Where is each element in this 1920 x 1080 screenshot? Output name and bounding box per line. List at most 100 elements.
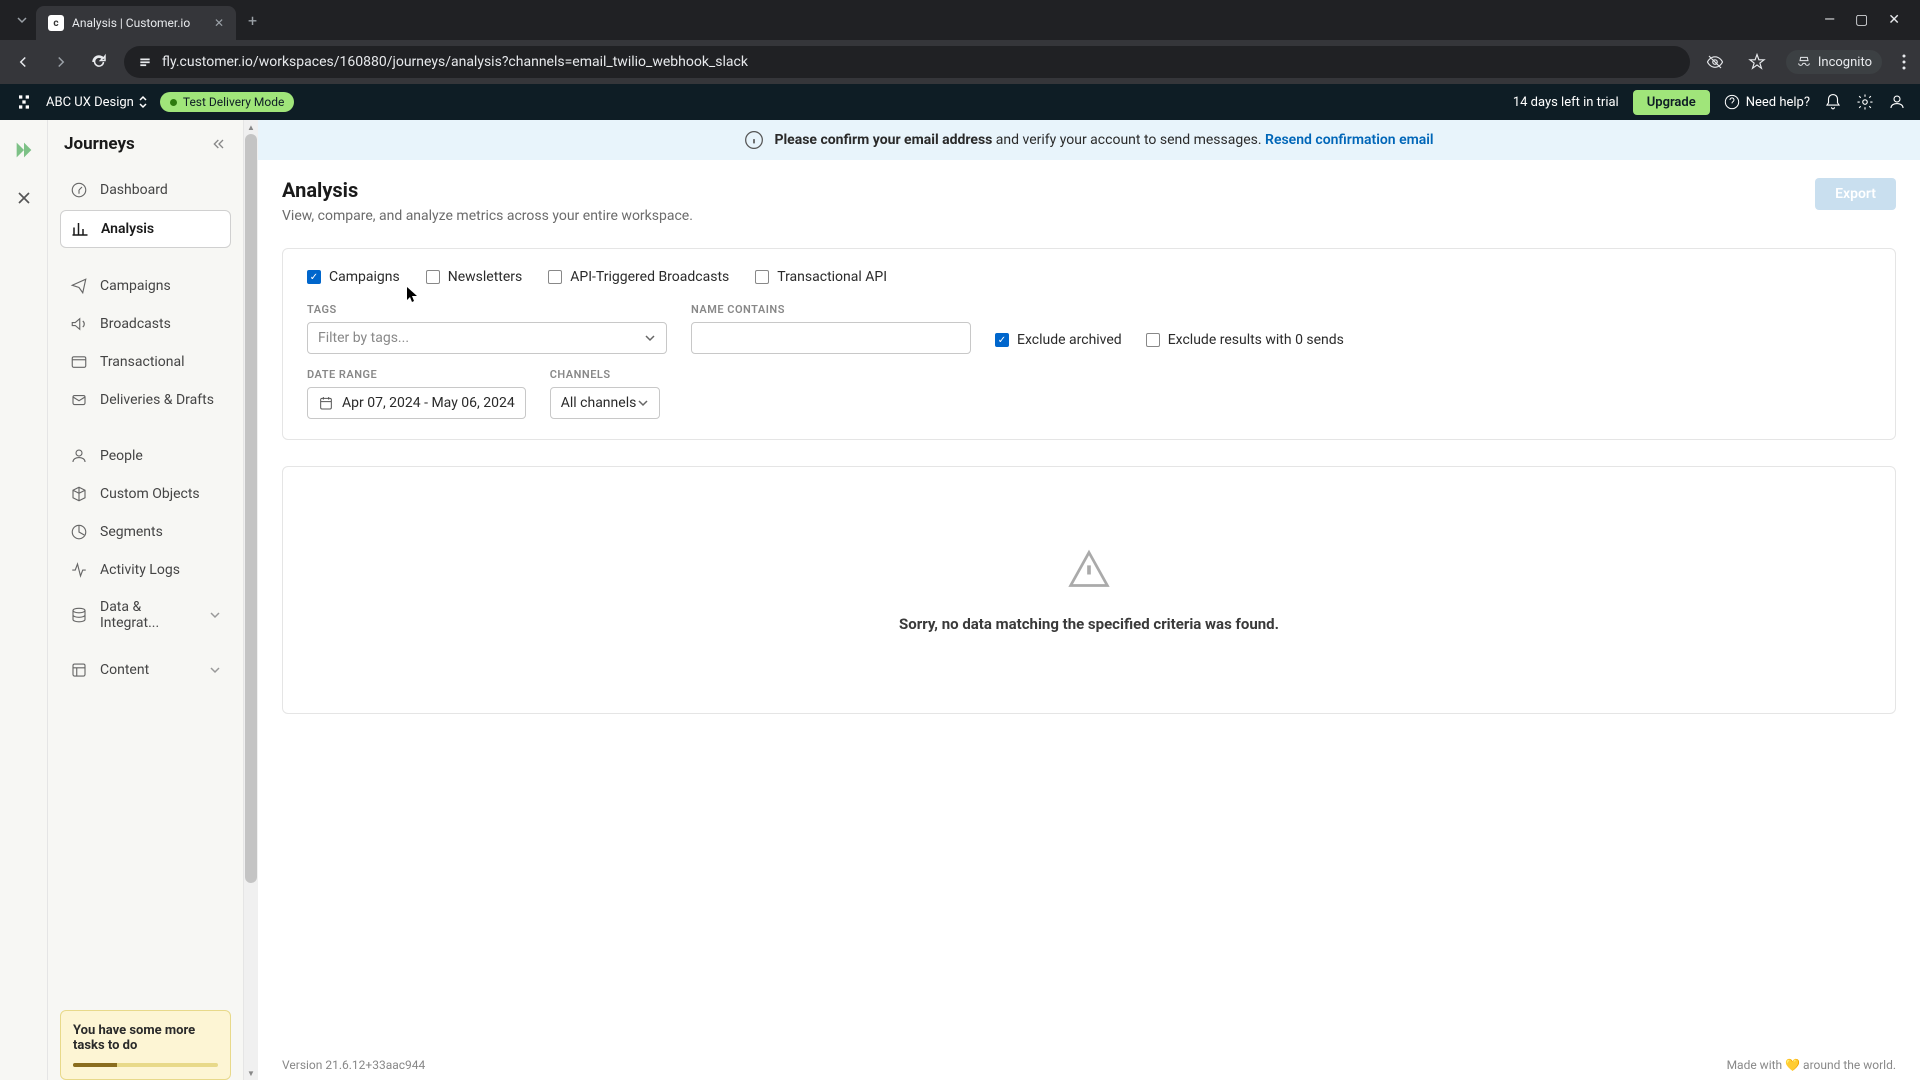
sidebar-item-data-integrations[interactable]: Data & Integrat... [60, 590, 231, 640]
sidebar-item-content[interactable]: Content [60, 652, 231, 688]
date-range-label: DATE RANGE [307, 368, 526, 381]
main-content: Please confirm your email address and ve… [258, 120, 1920, 1080]
window-controls: — ▢ ✕ [1812, 12, 1912, 28]
url-text: fly.customer.io/workspaces/160880/journe… [162, 54, 748, 70]
sidebar-item-label: Data & Integrat... [100, 599, 197, 631]
rail-secondary-icon[interactable] [12, 186, 36, 210]
sidebar-item-dashboard[interactable]: Dashboard [60, 172, 231, 208]
progress-bar [73, 1063, 218, 1067]
new-tab-button[interactable]: + [236, 3, 269, 38]
account-button[interactable] [1888, 93, 1906, 111]
tags-placeholder: Filter by tags... [318, 330, 409, 346]
trial-text: 14 days left in trial [1513, 95, 1619, 110]
checkbox-api-broadcasts[interactable]: API-Triggered Broadcasts [548, 269, 729, 285]
status-dot-icon [170, 99, 177, 106]
upgrade-button[interactable]: Upgrade [1633, 90, 1710, 115]
footer: Version 21.6.12+33aac944 Made with 💛 aro… [258, 1050, 1920, 1080]
favicon-icon: c [48, 15, 64, 31]
scroll-thumb[interactable] [245, 134, 257, 883]
checkbox-transactional-api[interactable]: Transactional API [755, 269, 887, 285]
activity-icon [70, 561, 88, 579]
url-input[interactable]: fly.customer.io/workspaces/160880/journe… [124, 46, 1690, 78]
name-contains-label: NAME CONTAINS [691, 303, 971, 316]
help-button[interactable]: Need help? [1724, 94, 1810, 110]
sidebar: Journeys Dashboard Analysis Campaigns Br… [48, 120, 244, 1080]
sidebar-item-label: Custom Objects [100, 486, 200, 502]
sidebar-item-label: Deliveries & Drafts [100, 392, 214, 408]
bookmark-button[interactable] [1744, 49, 1770, 75]
sidebar-item-label: Campaigns [100, 278, 171, 294]
delivery-mode-badge[interactable]: Test Delivery Mode [160, 92, 295, 112]
resend-confirmation-link[interactable]: Resend confirmation email [1265, 132, 1434, 148]
browser-menu-button[interactable] [1898, 50, 1910, 74]
chevron-down-icon [637, 397, 649, 409]
content-icon [70, 661, 88, 679]
sidebar-item-broadcasts[interactable]: Broadcasts [60, 306, 231, 342]
channels-label: CHANNELS [550, 368, 660, 381]
sidebar-item-custom-objects[interactable]: Custom Objects [60, 476, 231, 512]
sidebar-scrollbar[interactable]: ▲ ▼ [244, 120, 258, 1080]
browser-tab[interactable]: c Analysis | Customer.io ✕ [36, 6, 236, 40]
empty-message: Sorry, no data matching the specified cr… [899, 615, 1279, 633]
minimize-button[interactable]: — [1824, 12, 1835, 28]
notifications-button[interactable] [1824, 93, 1842, 111]
sidebar-title: Journeys [64, 134, 135, 154]
maximize-button[interactable]: ▢ [1855, 12, 1868, 28]
segments-icon [70, 523, 88, 541]
scroll-down-icon: ▼ [244, 1066, 258, 1080]
workspace-selector[interactable]: ABC UX Design [46, 95, 148, 110]
back-button[interactable] [10, 49, 36, 75]
channels-select[interactable]: All channels [550, 387, 660, 419]
name-contains-input[interactable] [691, 322, 971, 354]
sidebar-item-people[interactable]: People [60, 438, 231, 474]
forward-button[interactable] [48, 49, 74, 75]
checkbox-icon [548, 270, 562, 284]
cursor-icon [407, 287, 419, 303]
sidebar-item-label: Analysis [101, 221, 154, 237]
checkbox-label: Transactional API [777, 269, 887, 285]
rail-journeys-icon[interactable] [12, 138, 36, 162]
checkbox-campaigns[interactable]: ✓ Campaigns [307, 269, 400, 285]
eye-icon[interactable] [1702, 49, 1728, 75]
settings-button[interactable] [1856, 93, 1874, 111]
tab-title: Analysis | Customer.io [72, 16, 190, 30]
chevron-down-icon [209, 664, 221, 676]
export-button[interactable]: Export [1815, 178, 1896, 210]
date-range-picker[interactable]: Apr 07, 2024 - May 06, 2024 [307, 387, 526, 419]
sidebar-item-label: Transactional [100, 354, 185, 370]
workspace-name: ABC UX Design [46, 95, 134, 110]
sidebar-item-activity-logs[interactable]: Activity Logs [60, 552, 231, 588]
checkbox-label: Exclude results with 0 sends [1168, 332, 1344, 348]
version-text: Version 21.6.12+33aac944 [282, 1058, 425, 1072]
scroll-up-icon: ▲ [244, 120, 258, 134]
app-logo-icon[interactable] [14, 92, 34, 112]
checkbox-exclude-archived[interactable]: ✓ Exclude archived [995, 332, 1122, 348]
checkbox-label: API-Triggered Broadcasts [570, 269, 729, 285]
filters-card: ✓ Campaigns Newsletters API-Triggered Br… [282, 248, 1896, 440]
reload-button[interactable] [86, 49, 112, 75]
checkbox-exclude-zero-sends[interactable]: Exclude results with 0 sends [1146, 332, 1344, 348]
left-rail [0, 120, 48, 1080]
user-icon [1888, 93, 1906, 111]
incognito-badge[interactable]: Incognito [1786, 50, 1882, 74]
sidebar-item-analysis[interactable]: Analysis [60, 210, 231, 248]
sidebar-item-deliveries[interactable]: Deliveries & Drafts [60, 382, 231, 418]
tab-search-dropdown[interactable] [8, 10, 36, 30]
channels-value: All channels [561, 395, 637, 411]
close-window-button[interactable]: ✕ [1888, 12, 1900, 28]
sidebar-item-campaigns[interactable]: Campaigns [60, 268, 231, 304]
close-tab-button[interactable]: ✕ [214, 16, 224, 30]
checkbox-newsletters[interactable]: Newsletters [426, 269, 523, 285]
bell-icon [1824, 93, 1842, 111]
tags-select[interactable]: Filter by tags... [307, 322, 667, 354]
checkbox-label: Exclude archived [1017, 332, 1122, 348]
database-icon [70, 606, 88, 624]
tasks-card[interactable]: You have some more tasks to do [60, 1010, 231, 1080]
sidebar-item-label: Activity Logs [100, 562, 180, 578]
sidebar-item-transactional[interactable]: Transactional [60, 344, 231, 380]
collapse-sidebar-button[interactable] [211, 136, 227, 152]
checkbox-icon: ✓ [307, 270, 321, 284]
sidebar-item-segments[interactable]: Segments [60, 514, 231, 550]
checkbox-icon [755, 270, 769, 284]
analysis-icon [71, 220, 89, 238]
